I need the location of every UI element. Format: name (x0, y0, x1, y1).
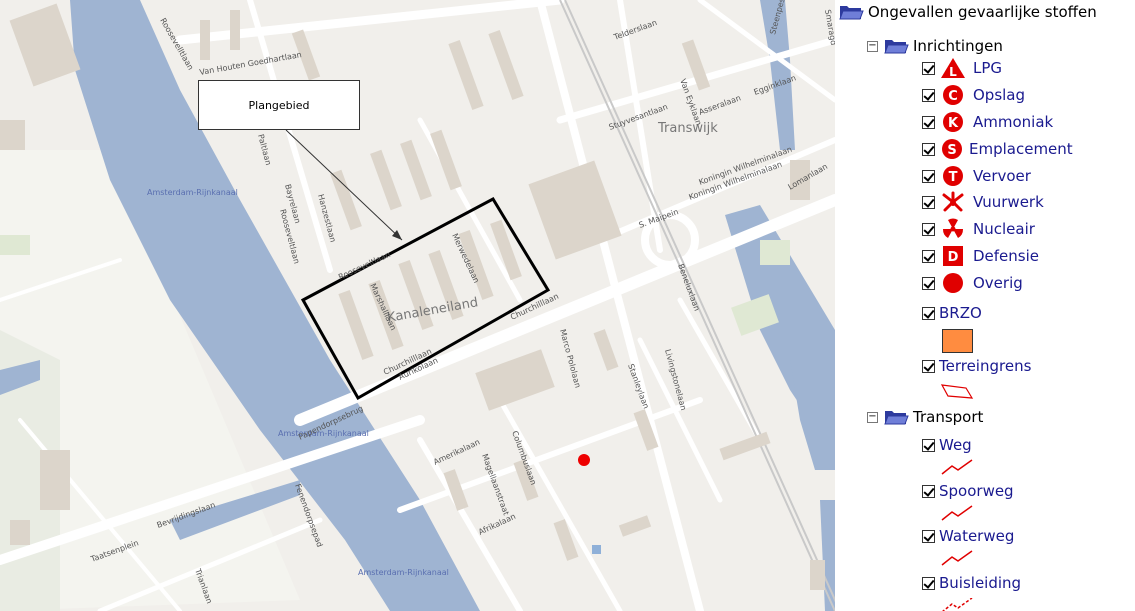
terreingrens-line-icon (940, 382, 976, 404)
legend-item-label: Waterweg (939, 527, 1015, 545)
emplacement-icon: S (939, 138, 965, 160)
weg-line-icon (940, 458, 976, 480)
legend-item-vuurwerk[interactable]: Vuurwerk (922, 191, 1044, 213)
legend-item-label: Vuurwerk (973, 193, 1044, 211)
legend-group-inrichtingen[interactable]: − Inrichtingen (867, 37, 1003, 55)
collapse-icon[interactable]: − (867, 40, 878, 52)
legend-item-waterweg[interactable]: Waterweg (922, 527, 1014, 545)
checkbox[interactable] (922, 306, 935, 320)
legend-item-label: Buisleiding (939, 574, 1022, 592)
legend-item-weg[interactable]: Weg (922, 436, 972, 454)
buisleiding-line-icon (940, 597, 976, 611)
checkbox[interactable] (922, 61, 935, 75)
checkbox[interactable] (922, 195, 935, 209)
svg-text:C: C (948, 89, 958, 104)
legend-item-label: Ammoniak (973, 113, 1054, 131)
legend-item-vervoer[interactable]: T Vervoer (922, 165, 1031, 187)
checkbox[interactable] (922, 222, 935, 236)
lpg-icon: L (939, 57, 967, 79)
legend-item-opslag[interactable]: C Opslag (922, 84, 1025, 106)
vervoer-icon: T (939, 165, 967, 187)
defensie-icon: D (939, 245, 967, 267)
legend-item-emplacement[interactable]: S Emplacement (922, 138, 1073, 160)
svg-text:D: D (948, 250, 959, 265)
legend-group-label: Transport (913, 408, 984, 426)
map-canvas[interactable]: Kanaleneiland Transwijk Amsterdam-Rijnka… (0, 0, 835, 611)
folder-open-icon (883, 408, 910, 426)
legend-item-buisleiding[interactable]: Buisleiding (922, 574, 1021, 592)
legend-root-label: Ongevallen gevaarlijke stoffen (868, 3, 1097, 21)
ammoniak-icon: K (939, 111, 967, 133)
checkbox[interactable] (922, 249, 935, 263)
collapse-icon[interactable]: − (867, 411, 878, 423)
district-label-transwijk: Transwijk (657, 121, 718, 136)
legend-item-label: Vervoer (973, 167, 1031, 185)
spoorweg-line-icon (940, 504, 976, 526)
legend-group-transport[interactable]: − Transport (867, 408, 983, 426)
legend-item-lpg[interactable]: L LPG (922, 57, 1002, 79)
map-view[interactable]: Kanaleneiland Transwijk Amsterdam-Rijnka… (0, 0, 835, 611)
checkbox[interactable] (922, 142, 935, 156)
checkbox[interactable] (922, 88, 935, 102)
legend-item-label: LPG (973, 59, 1003, 77)
legend-item-defensie[interactable]: D Defensie (922, 245, 1039, 267)
opslag-icon: C (939, 84, 967, 106)
plangebied-callout: Plangebied (198, 80, 360, 130)
checkbox[interactable] (922, 438, 935, 452)
water-label: Amsterdam-Rijnkanaal (358, 568, 449, 577)
legend-item-overig[interactable]: Overig (922, 272, 1023, 294)
legend-item-label: Nucleair (973, 220, 1035, 238)
legend-panel: Ongevallen gevaarlijke stoffen − Inricht… (836, 0, 1135, 611)
checkbox[interactable] (922, 276, 935, 290)
legend-item-label: BRZO (939, 304, 982, 322)
incident-marker-icon[interactable] (578, 454, 590, 466)
checkbox[interactable] (922, 529, 935, 543)
water-label: Amsterdam-Rijnkanaal (147, 188, 238, 197)
legend-item-label: Overig (973, 274, 1023, 292)
legend-item-label: Weg (939, 436, 972, 454)
legend-item-brzo[interactable]: BRZO (922, 304, 982, 322)
legend-item-label: Emplacement (969, 140, 1073, 158)
checkbox[interactable] (922, 576, 935, 590)
svg-text:T: T (949, 170, 958, 185)
folder-open-icon (883, 37, 910, 55)
legend-group-label: Inrichtingen (913, 37, 1003, 55)
checkbox[interactable] (922, 359, 935, 373)
brzo-swatch-icon (942, 329, 973, 353)
svg-text:K: K (948, 116, 959, 131)
nucleair-icon (939, 218, 967, 240)
legend-item-terreingrens[interactable]: Terreingrens (922, 357, 1031, 375)
vuurwerk-icon (939, 191, 967, 213)
folder-open-icon (838, 3, 865, 21)
checkbox[interactable] (922, 115, 935, 129)
waterweg-line-icon (940, 549, 976, 571)
legend-item-label: Terreingrens (939, 357, 1032, 375)
legend-item-label: Defensie (973, 247, 1040, 265)
checkbox[interactable] (922, 169, 935, 183)
legend-item-spoorweg[interactable]: Spoorweg (922, 482, 1014, 500)
legend-item-nucleair[interactable]: Nucleair (922, 218, 1035, 240)
svg-text:S: S (947, 143, 956, 158)
legend-root[interactable]: Ongevallen gevaarlijke stoffen (838, 3, 1097, 21)
legend-item-label: Spoorweg (939, 482, 1014, 500)
svg-text:L: L (949, 65, 957, 79)
overig-icon (939, 272, 967, 294)
legend-item-label: Opslag (973, 86, 1026, 104)
checkbox[interactable] (922, 484, 935, 498)
legend-item-ammoniak[interactable]: K Ammoniak (922, 111, 1053, 133)
